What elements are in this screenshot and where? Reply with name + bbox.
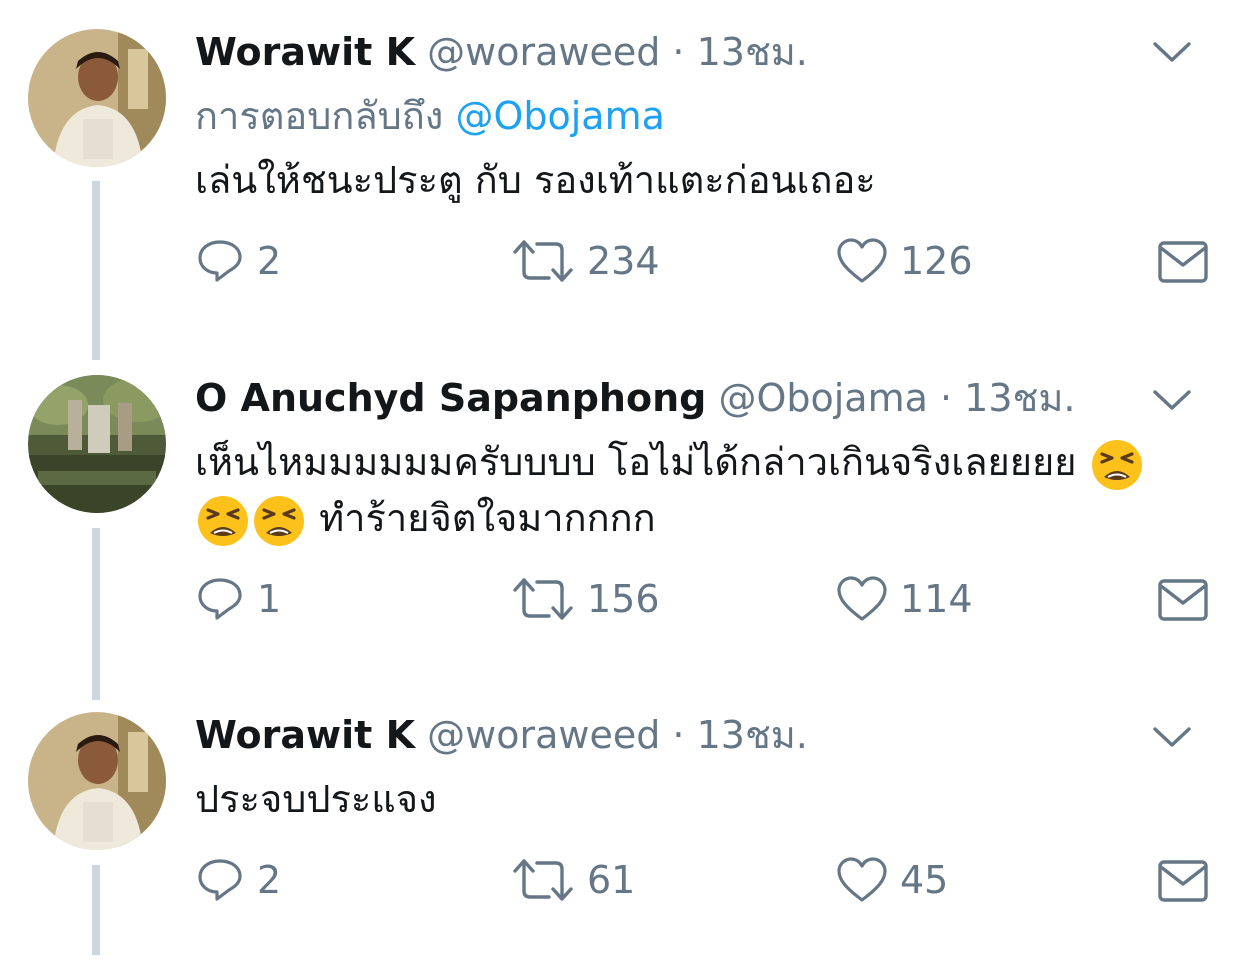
tweet-1[interactable]: Worawit K @woraweed · 13ชม. การตอบกลับถึ… xyxy=(0,0,1242,360)
retweet-count: 156 xyxy=(587,577,660,621)
tweet-3[interactable]: Worawit K @woraweed · 13ชม. ประจบประแจง … xyxy=(0,700,1242,976)
tired-face-emoji-icon xyxy=(253,495,305,547)
display-name[interactable]: O Anuchyd Sapanphong xyxy=(195,376,706,420)
chevron-down-icon[interactable] xyxy=(1152,725,1192,749)
mention-link[interactable]: @Obojama xyxy=(455,94,664,138)
tweet-text-line-1: เห็นไหมมมมมมครับบบบ โอไม่ได้กล่าวเกินจริ… xyxy=(195,434,1145,491)
handle[interactable]: @woraweed xyxy=(427,30,660,74)
tweet-text: เห็นไหมมมมมมครับบบบ โอไม่ได้กล่าวเกินจริ… xyxy=(195,440,1077,484)
reply-button[interactable]: 1 xyxy=(195,574,281,624)
avatar[interactable] xyxy=(28,712,166,850)
thread-line xyxy=(92,528,100,700)
handle[interactable]: @woraweed xyxy=(427,713,660,757)
direct-message-icon[interactable] xyxy=(1157,240,1209,284)
replying-to-label: การตอบกลับถึง xyxy=(195,94,444,138)
avatar[interactable] xyxy=(28,29,166,167)
reply-count: 2 xyxy=(257,239,282,283)
tweet-text-line-2: ทำร้ายจิตใจมากกกก xyxy=(195,490,656,547)
reply-button[interactable]: 2 xyxy=(195,855,281,905)
tweet-text: ทำร้ายจิตใจมากกกก xyxy=(319,496,656,540)
chevron-down-icon[interactable] xyxy=(1152,40,1192,64)
reply-count: 2 xyxy=(257,858,282,902)
timestamp[interactable]: 13ชม. xyxy=(964,376,1075,420)
avatar[interactable] xyxy=(28,375,166,513)
tweet-header: Worawit K @woraweed · 13ชม. xyxy=(195,711,808,759)
thread-line xyxy=(92,181,100,360)
retweet-count: 234 xyxy=(587,239,660,283)
tweet-actions: 1 156 114 xyxy=(195,574,1205,624)
reply-count: 1 xyxy=(257,577,282,621)
like-count: 114 xyxy=(900,577,973,621)
like-icon xyxy=(836,574,888,624)
separator: · xyxy=(672,30,685,74)
tweet-actions: 2 61 45 xyxy=(195,855,1205,905)
retweet-icon xyxy=(511,855,575,905)
like-count: 126 xyxy=(900,239,973,283)
timestamp[interactable]: 13ชม. xyxy=(697,713,808,757)
replying-to: การตอบกลับถึง @Obojama xyxy=(195,92,665,140)
reply-icon xyxy=(195,574,245,624)
like-icon xyxy=(836,236,888,286)
retweet-icon xyxy=(511,574,575,624)
separator: · xyxy=(672,713,685,757)
thread-line xyxy=(92,865,100,955)
separator: · xyxy=(939,376,953,420)
retweet-icon xyxy=(511,236,575,286)
like-button[interactable]: 45 xyxy=(836,855,948,905)
like-icon xyxy=(836,855,888,905)
tweet-text: เล่นให้ชนะประตู กับ รองเท้าแตะก่อนเถอะ xyxy=(195,158,876,202)
like-button[interactable]: 114 xyxy=(836,574,973,624)
tired-face-emoji-icon xyxy=(1091,439,1143,491)
tweet-header: Worawit K @woraweed · 13ชม. xyxy=(195,28,808,76)
display-name[interactable]: Worawit K xyxy=(195,713,415,757)
retweet-button[interactable]: 61 xyxy=(511,855,635,905)
like-button[interactable]: 126 xyxy=(836,236,973,286)
direct-message-icon[interactable] xyxy=(1157,859,1209,903)
timestamp[interactable]: 13ชม. xyxy=(697,30,808,74)
tweet-text: ประจบประแจง xyxy=(195,777,437,821)
direct-message-icon[interactable] xyxy=(1157,578,1209,622)
retweet-button[interactable]: 156 xyxy=(511,574,660,624)
retweet-button[interactable]: 234 xyxy=(511,236,660,286)
display-name[interactable]: Worawit K xyxy=(195,30,415,74)
handle[interactable]: @Obojama xyxy=(718,376,927,420)
tired-face-emoji-icon xyxy=(197,495,249,547)
tweet-header: O Anuchyd Sapanphong @Obojama · 13ชม. xyxy=(195,374,1075,422)
tweet-actions: 2 234 126 xyxy=(195,236,1205,286)
reply-icon xyxy=(195,236,245,286)
tweet-2[interactable]: O Anuchyd Sapanphong @Obojama · 13ชม. เห… xyxy=(0,360,1242,700)
reply-icon xyxy=(195,855,245,905)
retweet-count: 61 xyxy=(587,858,636,902)
like-count: 45 xyxy=(900,858,949,902)
chevron-down-icon[interactable] xyxy=(1152,388,1192,412)
reply-button[interactable]: 2 xyxy=(195,236,281,286)
